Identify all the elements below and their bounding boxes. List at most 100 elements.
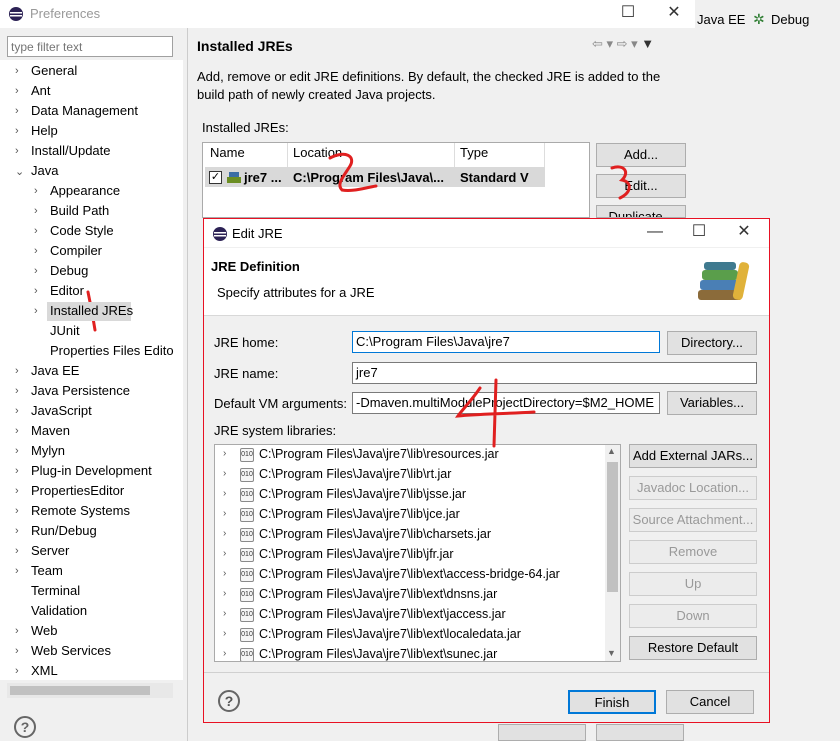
libraries-list[interactable]: › 010 C:\Program Files\Java\jre7\lib\resou… — [214, 444, 621, 662]
filter-input[interactable] — [7, 36, 173, 57]
chevron-right-icon[interactable]: › — [34, 185, 38, 197]
list-item[interactable]: › 010 C:\Program Files\Java\jre7\lib\ext\d… — [215, 585, 605, 605]
tree-item[interactable]: Properties Files Edito — [50, 343, 174, 358]
list-item[interactable]: › 010 C:\Program Files\Java\jre7\lib\jfr.j… — [215, 545, 605, 565]
cancel-button-partial[interactable] — [596, 724, 684, 741]
edit-button[interactable]: Edit... — [596, 174, 686, 198]
tree-item[interactable]: Appearance — [50, 183, 120, 198]
add-external-jars-button[interactable]: Add External JARs... — [629, 444, 757, 468]
perspective-debug[interactable]: Debug — [771, 12, 809, 27]
chevron-right-icon[interactable]: › — [15, 665, 19, 677]
chevron-right-icon[interactable]: › — [15, 425, 19, 437]
add-button[interactable]: Add... — [596, 143, 686, 167]
chevron-right-icon[interactable]: › — [15, 405, 19, 417]
chevron-right-icon[interactable]: › — [34, 205, 38, 217]
tree-item[interactable]: Help — [31, 123, 58, 138]
remove-button[interactable]: Remove — [629, 540, 757, 564]
chevron-right-icon[interactable]: › — [15, 645, 19, 657]
tree-item[interactable]: Mylyn — [31, 443, 65, 458]
chevron-right-icon[interactable]: › — [15, 125, 19, 137]
maximize-button[interactable]: ☐ — [689, 223, 709, 243]
page-navigation[interactable]: ⇦ ▾ ⇨ ▾ ▼ — [592, 36, 654, 52]
chevron-right-icon[interactable]: › — [223, 528, 226, 539]
tree-item[interactable]: Plug-in Development — [31, 463, 152, 478]
tree-item[interactable]: Terminal — [31, 583, 80, 598]
tree-item[interactable]: Debug — [50, 263, 88, 278]
chevron-down-icon[interactable]: ⌄ — [15, 165, 24, 178]
tree-item[interactable]: JUnit — [50, 323, 80, 338]
chevron-right-icon[interactable]: › — [34, 305, 38, 317]
tree-item[interactable]: Server — [31, 543, 69, 558]
list-item[interactable]: › 010 C:\Program Files\Java\jre7\lib\ext\a… — [215, 565, 605, 585]
tree-item[interactable]: Java — [31, 163, 58, 178]
close-button[interactable]: ✕ — [734, 223, 754, 243]
help-icon[interactable]: ? — [14, 716, 36, 738]
cancel-button[interactable]: Cancel — [666, 690, 754, 714]
help-icon[interactable]: ? — [218, 690, 240, 712]
chevron-right-icon[interactable]: › — [34, 285, 38, 297]
chevron-right-icon[interactable]: › — [223, 568, 226, 579]
chevron-right-icon[interactable]: › — [15, 385, 19, 397]
scroll-up-icon[interactable]: ▲ — [607, 446, 616, 456]
minimize-button[interactable]: — — [645, 223, 665, 243]
chevron-right-icon[interactable]: › — [15, 485, 19, 497]
chevron-right-icon[interactable]: › — [223, 508, 226, 519]
chevron-right-icon[interactable]: › — [223, 448, 226, 459]
tree-item[interactable]: Maven — [31, 423, 70, 438]
list-item[interactable]: › 010 C:\Program Files\Java\jre7\lib\ext\j… — [215, 605, 605, 625]
tree-item[interactable]: Ant — [31, 83, 51, 98]
jre-name-field[interactable]: jre7 — [352, 362, 757, 384]
chevron-right-icon[interactable]: › — [223, 468, 226, 479]
list-item[interactable]: › 010 C:\Program Files\Java\jre7\lib\ext\l… — [215, 625, 605, 645]
list-item[interactable]: › 010 C:\Program Files\Java\jre7\lib\chars… — [215, 525, 605, 545]
tree-item[interactable]: Validation — [31, 603, 87, 618]
chevron-right-icon[interactable]: › — [15, 145, 19, 157]
chevron-right-icon[interactable]: › — [15, 525, 19, 537]
chevron-right-icon[interactable]: › — [15, 365, 19, 377]
tree-item[interactable]: JavaScript — [31, 403, 92, 418]
tree-item[interactable]: Code Style — [50, 223, 114, 238]
chevron-right-icon[interactable]: › — [15, 65, 19, 77]
tree-item[interactable]: Data Management — [31, 103, 138, 118]
list-item[interactable]: › 010 C:\Program Files\Java\jre7\lib\resou… — [215, 445, 605, 465]
view-menu-icon[interactable]: ▼ — [641, 36, 654, 51]
chevron-right-icon[interactable]: › — [15, 465, 19, 477]
chevron-right-icon[interactable]: › — [223, 588, 226, 599]
list-item[interactable]: › 010 C:\Program Files\Java\jre7\lib\jce.j… — [215, 505, 605, 525]
directory-button[interactable]: Directory... — [667, 331, 757, 355]
chevron-right-icon[interactable]: › — [34, 265, 38, 277]
tree-item[interactable]: Run/Debug — [31, 523, 97, 538]
tree-item[interactable]: Installed JREs — [50, 303, 133, 318]
chevron-right-icon[interactable]: › — [34, 245, 38, 257]
maximize-button[interactable]: ☐ — [618, 4, 638, 24]
list-item[interactable]: › 010 C:\Program Files\Java\jre7\lib\rt.ja… — [215, 465, 605, 485]
list-item[interactable]: › 010 C:\Program Files\Java\jre7\lib\ext\s… — [215, 645, 605, 661]
javadoc-location-button[interactable]: Javadoc Location... — [629, 476, 757, 500]
list-item[interactable]: › 010 C:\Program Files\Java\jre7\lib\jsse.… — [215, 485, 605, 505]
chevron-right-icon[interactable]: › — [15, 565, 19, 577]
tree-item[interactable]: Remote Systems — [31, 503, 130, 518]
ok-button-partial[interactable] — [498, 724, 586, 741]
source-attachment-button[interactable]: Source Attachment... — [629, 508, 757, 532]
chevron-right-icon[interactable]: › — [15, 105, 19, 117]
scroll-down-icon[interactable]: ▼ — [607, 648, 616, 658]
chevron-right-icon[interactable]: › — [15, 85, 19, 97]
libraries-scrollbar-thumb[interactable] — [607, 462, 618, 592]
tree-item[interactable]: Install/Update — [31, 143, 111, 158]
tree-item[interactable]: Compiler — [50, 243, 102, 258]
tree-item[interactable]: Editor — [50, 283, 84, 298]
column-type[interactable]: Type — [460, 145, 488, 160]
perspective-javaee[interactable]: Java EE — [697, 12, 745, 27]
chevron-right-icon[interactable]: › — [15, 625, 19, 637]
chevron-right-icon[interactable]: › — [223, 488, 226, 499]
down-button[interactable]: Down — [629, 604, 757, 628]
vm-args-field[interactable]: -Dmaven.multiModuleProjectDirectory=$M2_… — [352, 392, 660, 414]
tree-item[interactable]: Web Services — [31, 643, 111, 658]
jre-home-field[interactable]: C:\Program Files\Java\jre7 — [352, 331, 660, 353]
chevron-right-icon[interactable]: › — [34, 225, 38, 237]
chevron-right-icon[interactable]: › — [15, 505, 19, 517]
tree-item[interactable]: Team — [31, 563, 63, 578]
duplicate-button[interactable]: Duplicate... — [596, 205, 686, 218]
tree-item[interactable]: PropertiesEditor — [31, 483, 124, 498]
column-name[interactable]: Name — [210, 145, 245, 160]
